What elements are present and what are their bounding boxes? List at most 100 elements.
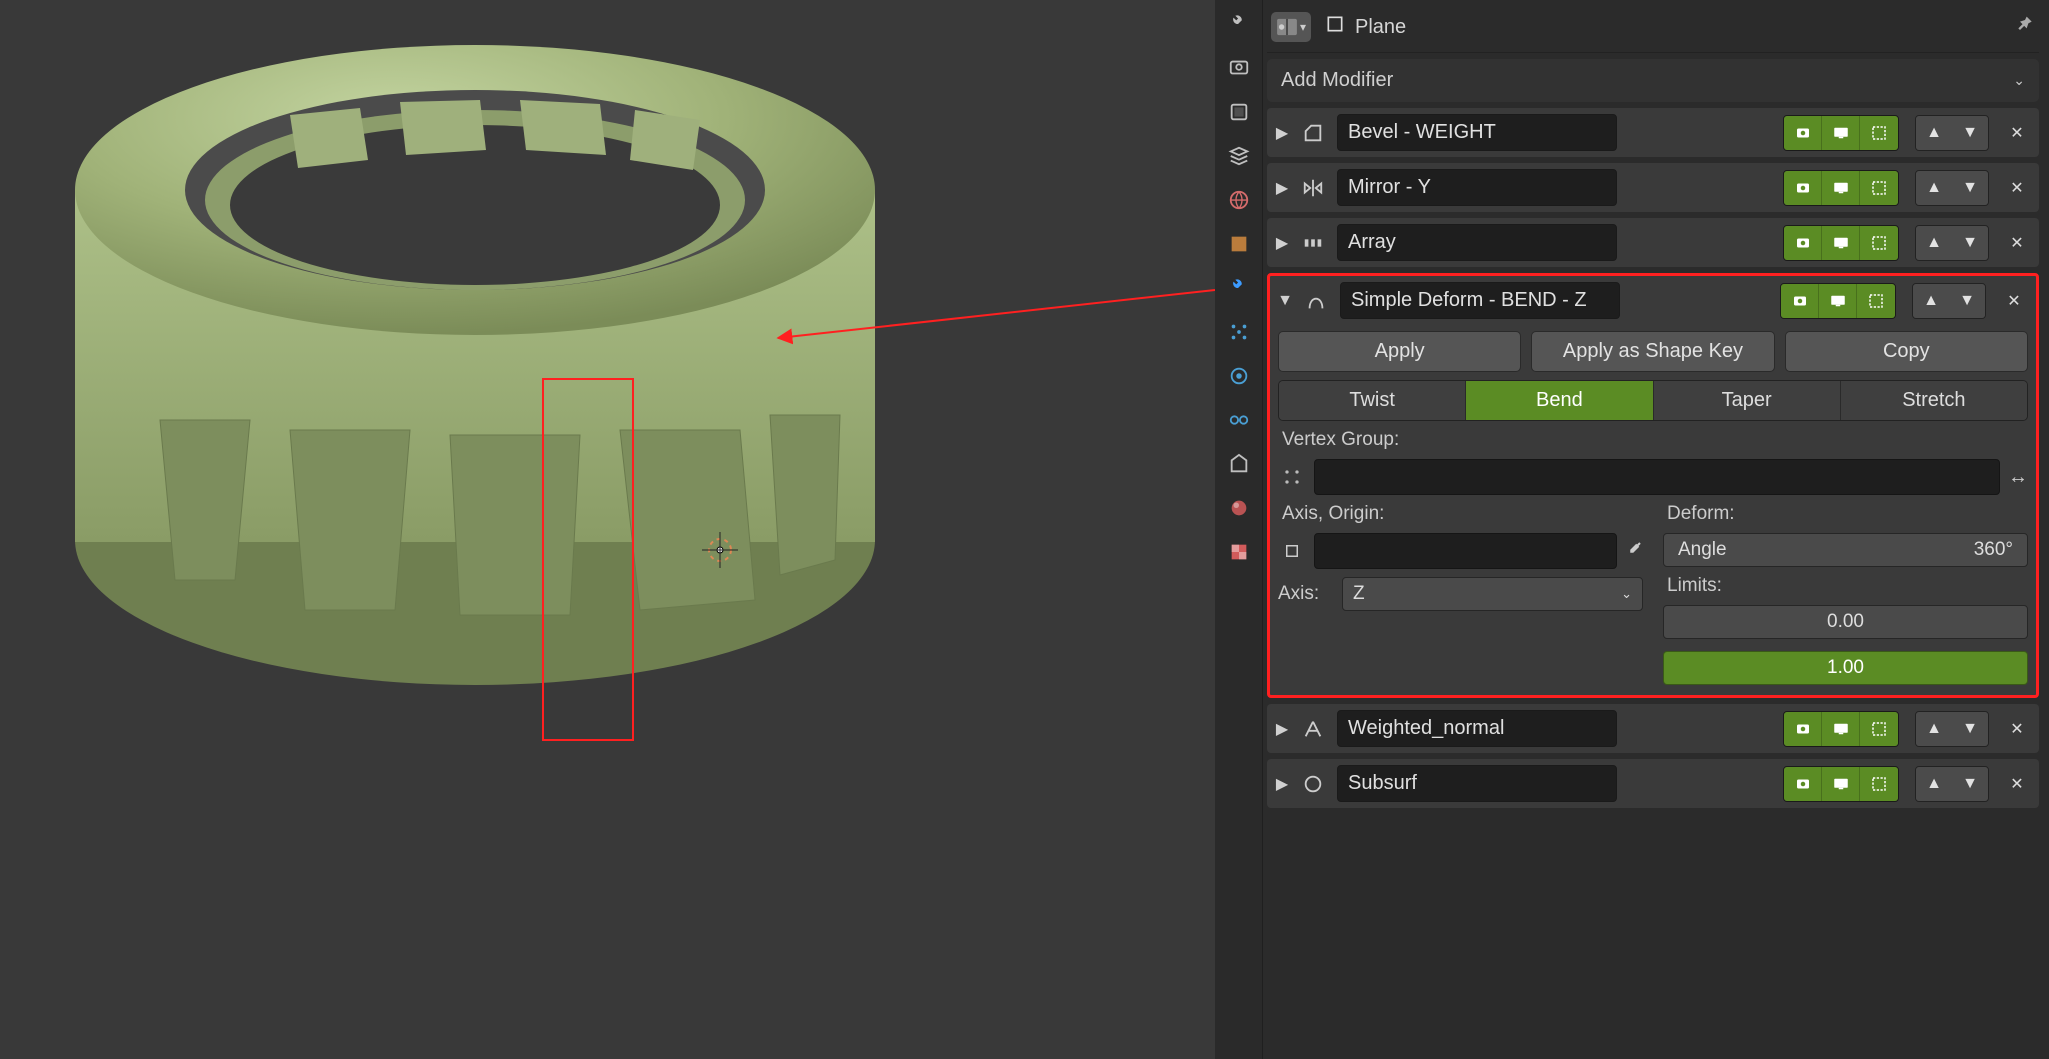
viewport-visibility-toggle[interactable]: [1822, 116, 1860, 150]
expand-toggle[interactable]: ▶: [1275, 233, 1289, 253]
axis-label: Axis:: [1278, 583, 1328, 605]
viewport-visibility-toggle[interactable]: [1822, 171, 1860, 205]
delete-modifier-button[interactable]: ✕: [2003, 119, 2031, 147]
modifiers-tab-icon[interactable]: [1227, 276, 1251, 300]
mode-stretch[interactable]: Stretch: [1841, 381, 2027, 420]
physics-tab-icon[interactable]: [1227, 364, 1251, 388]
move-up-button[interactable]: ▲: [1916, 116, 1952, 150]
viewlayer-tab-icon[interactable]: [1227, 144, 1251, 168]
add-modifier-label: Add Modifier: [1281, 69, 1393, 92]
modifier-name-input[interactable]: Simple Deform - BEND - Z: [1340, 282, 1620, 319]
render-visibility-toggle[interactable]: [1784, 226, 1822, 260]
editmode-visibility-toggle[interactable]: [1857, 284, 1895, 318]
render-tab-icon[interactable]: [1227, 56, 1251, 80]
weighted-normal-icon: [1299, 715, 1327, 743]
mirror-icon: [1299, 174, 1327, 202]
properties-header: ▾ Plane: [1267, 6, 2039, 53]
pin-icon[interactable]: [2015, 15, 2035, 40]
delete-modifier-button[interactable]: ✕: [2003, 715, 2031, 743]
chevron-down-icon: ⌄: [1621, 586, 1632, 602]
limits-label: Limits:: [1663, 575, 2028, 597]
move-down-button[interactable]: ▼: [1952, 226, 1988, 260]
modifier-row-mirror: ▶ Mirror - Y ▲ ▼ ✕: [1267, 163, 2039, 212]
modifier-name-input[interactable]: Subsurf: [1337, 765, 1617, 802]
editmode-visibility-toggle[interactable]: [1860, 767, 1898, 801]
invert-vgroup-button[interactable]: ↔: [2008, 466, 2028, 489]
deform-label: Deform:: [1663, 503, 2028, 525]
expand-toggle[interactable]: ▶: [1275, 719, 1289, 739]
move-down-button[interactable]: ▼: [1952, 171, 1988, 205]
move-up-button[interactable]: ▲: [1916, 767, 1952, 801]
particles-tab-icon[interactable]: [1227, 320, 1251, 344]
material-tab-icon[interactable]: [1227, 496, 1251, 520]
modifier-name-input[interactable]: Bevel - WEIGHT: [1337, 114, 1617, 151]
render-visibility-toggle[interactable]: [1781, 284, 1819, 318]
expand-toggle[interactable]: ▼: [1278, 292, 1292, 310]
data-tab-icon[interactable]: [1227, 452, 1251, 476]
bevel-icon: [1299, 119, 1327, 147]
world-tab-icon[interactable]: [1227, 232, 1251, 256]
delete-modifier-button[interactable]: ✕: [2003, 174, 2031, 202]
modifier-row-simpledeform: ▼ Simple Deform - BEND - Z ▲ ▼ ✕ Apply A…: [1267, 273, 2039, 698]
axis-origin-input[interactable]: [1314, 533, 1617, 569]
object-name: Plane: [1355, 16, 1406, 39]
properties-panel: ▾ Plane Add Modifier ⌄ ▶ Bevel - WEIGHT: [1263, 0, 2049, 1059]
add-modifier-dropdown[interactable]: Add Modifier ⌄: [1267, 59, 2039, 102]
modifier-name-input[interactable]: Weighted_normal: [1337, 710, 1617, 747]
mode-taper[interactable]: Taper: [1654, 381, 1841, 420]
viewport-visibility-toggle[interactable]: [1819, 284, 1857, 318]
constraints-tab-icon[interactable]: [1227, 408, 1251, 432]
modifier-row-bevel: ▶ Bevel - WEIGHT ▲ ▼ ✕: [1267, 108, 2039, 157]
modifier-name-input[interactable]: Mirror - Y: [1337, 169, 1617, 206]
move-down-button[interactable]: ▼: [1952, 116, 1988, 150]
move-down-button[interactable]: ▼: [1949, 284, 1985, 318]
apply-shape-key-button[interactable]: Apply as Shape Key: [1531, 331, 1774, 372]
viewport-3d[interactable]: [0, 0, 1215, 1059]
apply-button[interactable]: Apply: [1278, 331, 1521, 372]
axis-dropdown[interactable]: Z ⌄: [1342, 577, 1643, 611]
move-up-button[interactable]: ▲: [1916, 712, 1952, 746]
angle-value: 360°: [1974, 539, 2013, 561]
limit-low-input[interactable]: 0.00: [1663, 605, 2028, 639]
mode-bend[interactable]: Bend: [1466, 381, 1653, 420]
object-icon: [1325, 14, 1345, 40]
move-down-button[interactable]: ▼: [1952, 712, 1988, 746]
editmode-visibility-toggle[interactable]: [1860, 226, 1898, 260]
delete-modifier-button[interactable]: ✕: [2003, 770, 2031, 798]
editmode-visibility-toggle[interactable]: [1860, 116, 1898, 150]
render-visibility-toggle[interactable]: [1784, 712, 1822, 746]
scene-tab-icon[interactable]: [1227, 188, 1251, 212]
modifier-row-array: ▶ Array ▲ ▼ ✕: [1267, 218, 2039, 267]
tool-tab-icon[interactable]: [1227, 12, 1251, 36]
viewport-visibility-toggle[interactable]: [1822, 767, 1860, 801]
eyedropper-icon[interactable]: [1625, 540, 1643, 563]
output-tab-icon[interactable]: [1227, 100, 1251, 124]
angle-input[interactable]: Angle 360°: [1663, 533, 2028, 567]
vertex-group-input[interactable]: [1314, 459, 2000, 495]
delete-modifier-button[interactable]: ✕: [2000, 287, 2028, 315]
render-visibility-toggle[interactable]: [1784, 767, 1822, 801]
limit-high-input[interactable]: 1.00: [1663, 651, 2028, 685]
axis-origin-label: Axis, Origin:: [1278, 503, 1643, 525]
move-up-button[interactable]: ▲: [1916, 226, 1952, 260]
delete-modifier-button[interactable]: ✕: [2003, 229, 2031, 257]
move-down-button[interactable]: ▼: [1952, 767, 1988, 801]
copy-button[interactable]: Copy: [1785, 331, 2028, 372]
editmode-visibility-toggle[interactable]: [1860, 712, 1898, 746]
texture-tab-icon[interactable]: [1227, 540, 1251, 564]
move-up-button[interactable]: ▲: [1913, 284, 1949, 318]
modifier-name-input[interactable]: Array: [1337, 224, 1617, 261]
viewport-visibility-toggle[interactable]: [1822, 712, 1860, 746]
render-visibility-toggle[interactable]: [1784, 116, 1822, 150]
expand-toggle[interactable]: ▶: [1275, 178, 1289, 198]
deform-mode-tabs: Twist Bend Taper Stretch: [1278, 380, 2028, 421]
editor-type-icon[interactable]: ▾: [1271, 12, 1311, 42]
expand-toggle[interactable]: ▶: [1275, 774, 1289, 794]
editmode-visibility-toggle[interactable]: [1860, 171, 1898, 205]
render-visibility-toggle[interactable]: [1784, 171, 1822, 205]
array-icon: [1299, 229, 1327, 257]
mode-twist[interactable]: Twist: [1279, 381, 1466, 420]
viewport-visibility-toggle[interactable]: [1822, 226, 1860, 260]
expand-toggle[interactable]: ▶: [1275, 123, 1289, 143]
move-up-button[interactable]: ▲: [1916, 171, 1952, 205]
